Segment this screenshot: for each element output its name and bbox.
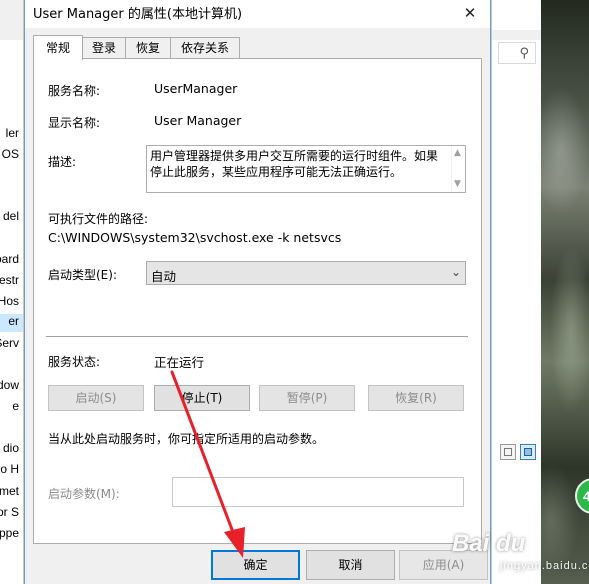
chevron-down-icon: ⌄ [450, 265, 461, 279]
display-name-label: 显示名称: [48, 116, 101, 130]
section-divider [46, 336, 468, 337]
service-row[interactable]: del [3, 209, 19, 223]
service-properties-dialog: User Manager 的属性(本地计算机) ✕ 常规 登录 恢复 依存关系 … [24, 0, 491, 584]
tab-panel-general: 服务名称: UserManager 显示名称: User Manager 描述:… [33, 58, 482, 544]
desktop-wallpaper: 4 [541, 0, 589, 584]
service-row[interactable]: dio H [0, 462, 19, 476]
service-row[interactable]: oard [0, 252, 19, 266]
close-icon[interactable]: ✕ [450, 0, 490, 28]
start-params-input[interactable] [172, 477, 464, 507]
startup-type-value: 自动 [151, 269, 177, 284]
display-name-value: User Manager [154, 113, 242, 128]
scroll-up-icon[interactable]: ▲ [454, 148, 461, 158]
service-status-value: 正在运行 [154, 355, 205, 370]
service-row-selected[interactable]: er [0, 314, 23, 332]
tab-dependencies[interactable]: 依存关系 [170, 37, 240, 59]
desktop-app-badge-icon[interactable]: 4 [575, 478, 589, 514]
watermark-url: jingyan.baidu.com [500, 560, 589, 572]
description-label: 描述: [48, 155, 77, 169]
startup-type-dropdown[interactable]: 自动 ⌄ [146, 261, 466, 285]
tab-general[interactable]: 常规 [33, 35, 83, 60]
extended-view-button[interactable] [500, 444, 516, 460]
service-status-label: 服务状态: [48, 355, 101, 369]
start-params-label: 启动参数(M): [48, 487, 120, 501]
service-row[interactable]: emet [0, 484, 19, 498]
pause-button[interactable]: 暂停(P) [259, 385, 355, 411]
resume-button[interactable]: 恢复(R) [368, 385, 464, 411]
services-window-fragment: ⚲ [491, 0, 542, 584]
service-row[interactable]: dio [3, 441, 19, 455]
services-toolbar-fragment [0, 0, 23, 40]
view-icon [524, 448, 532, 456]
description-scrollbar[interactable]: ▲ ▼ [451, 146, 465, 192]
stop-button[interactable]: 停止(T) [154, 385, 250, 411]
start-button[interactable]: 启动(S) [48, 385, 144, 411]
services-titlebar-fragment [492, 0, 542, 30]
dialog-titlebar[interactable]: User Manager 的属性(本地计算机) ✕ [25, 0, 490, 28]
standard-view-button[interactable] [520, 444, 536, 460]
dialog-title: User Manager 的属性(本地计算机) [33, 7, 243, 22]
search-icon[interactable]: ⚲ [519, 46, 529, 61]
ok-button[interactable]: 确定 [211, 550, 300, 580]
start-params-hint: 当从此处启动服务时，你可指定所适用的启动参数。 [48, 432, 325, 446]
service-row[interactable]: OS [2, 147, 19, 161]
service-row[interactable]: ppe [0, 526, 19, 540]
description-text: 用户管理器提供多用户交互所需要的运行时组件。如果停止此服务，某些应用程序可能无法… [150, 149, 439, 179]
startup-type-label: 启动类型(E): [48, 268, 117, 282]
baidu-watermark: Bai du jingyan.baidu.com [452, 530, 589, 582]
cancel-button[interactable]: 取消 [306, 550, 395, 580]
tab-recovery[interactable]: 恢复 [125, 37, 171, 59]
exe-path-label: 可执行文件的路径: [48, 212, 149, 226]
service-row[interactable]: e [12, 399, 19, 413]
service-name-label: 服务名称: [48, 84, 101, 98]
services-search-box[interactable]: ⚲ [498, 42, 536, 64]
services-list-fragment: ler OS del oard estr Hos er Serv dow e d… [0, 0, 24, 584]
service-name-value: UserManager [154, 81, 238, 96]
service-row[interactable]: Hos [0, 294, 19, 308]
view-switcher [498, 444, 538, 462]
tab-logon[interactable]: 登录 [82, 37, 126, 59]
description-field[interactable]: 用户管理器提供多用户交互所需要的运行时组件。如果停止此服务，某些应用程序可能无法… [146, 145, 466, 193]
watermark-logo: Bai du [452, 530, 526, 557]
service-row[interactable]: ler [6, 126, 19, 140]
scroll-down-icon[interactable]: ▼ [454, 179, 461, 189]
view-icon [504, 448, 512, 456]
exe-path-value: C:\WINDOWS\system32\svchost.exe -k netsv… [48, 230, 342, 245]
service-row[interactable]: lor S [0, 505, 19, 519]
service-row[interactable]: dow [0, 378, 19, 392]
services-toolbar-fragment [492, 30, 542, 40]
service-row[interactable]: estr [0, 273, 19, 287]
service-row[interactable]: Serv [0, 336, 19, 350]
